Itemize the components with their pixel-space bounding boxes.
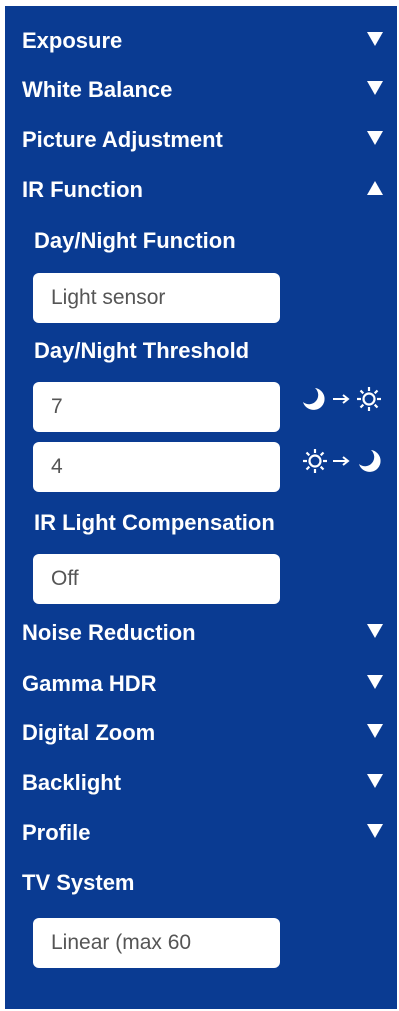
triangle-down-icon [367, 624, 383, 638]
section-backlight-label: Backlight [22, 770, 122, 795]
section-noise-reduction[interactable]: Noise Reduction [5, 612, 397, 652]
section-exposure-label: Exposure [22, 28, 123, 53]
section-digital-zoom-label: Digital Zoom [22, 720, 156, 745]
threshold-night-to-day-field[interactable]: 7 [33, 382, 280, 432]
section-ir-function-label: IR Function [22, 177, 143, 202]
section-noise-reduction-label: Noise Reduction [22, 620, 196, 645]
triangle-up-icon [367, 181, 383, 195]
section-gamma-hdr[interactable]: Gamma HDR [5, 663, 397, 703]
sun-to-moon-icon [301, 448, 385, 474]
tv-system-field[interactable]: Linear (max 60 [33, 918, 280, 968]
section-ir-function[interactable]: IR Function [5, 169, 397, 209]
section-profile-label: Profile [22, 820, 91, 845]
section-tv-system-label: TV System [22, 870, 135, 895]
triangle-down-icon [367, 724, 383, 738]
section-profile[interactable]: Profile [5, 812, 397, 852]
section-white-balance[interactable]: White Balance [5, 69, 397, 109]
ir-light-compensation-label: IR Light Compensation [34, 510, 275, 535]
day-night-threshold-label: Day/Night Threshold [34, 338, 250, 363]
section-tv-system: TV System [5, 862, 397, 902]
day-night-function-field[interactable]: Light sensor [33, 273, 280, 323]
section-picture-adjustment-label: Picture Adjustment [22, 127, 223, 152]
triangle-down-icon [367, 32, 383, 46]
triangle-down-icon [367, 774, 383, 788]
section-digital-zoom[interactable]: Digital Zoom [5, 712, 397, 752]
section-gamma-hdr-label: Gamma HDR [22, 671, 157, 696]
triangle-down-icon [367, 81, 383, 95]
camera-settings-panel: Exposure White Balance Picture Adjustmen… [5, 6, 397, 1009]
section-picture-adjustment[interactable]: Picture Adjustment [5, 119, 397, 159]
day-night-function-label: Day/Night Function [34, 228, 236, 253]
section-backlight[interactable]: Backlight [5, 762, 397, 802]
triangle-down-icon [367, 131, 383, 145]
triangle-down-icon [367, 824, 383, 838]
threshold-day-to-night-field[interactable]: 4 [33, 442, 280, 492]
section-white-balance-label: White Balance [22, 77, 173, 102]
triangle-down-icon [367, 675, 383, 689]
moon-to-sun-icon [301, 386, 385, 412]
ir-light-compensation-field[interactable]: Off [33, 554, 280, 604]
section-exposure[interactable]: Exposure [5, 20, 397, 60]
